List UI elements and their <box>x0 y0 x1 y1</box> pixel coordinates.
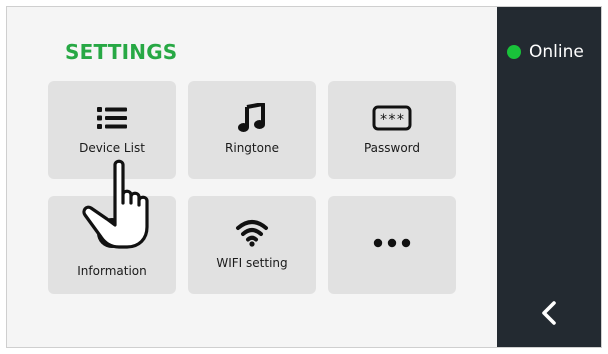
page-title: SETTINGS <box>65 40 178 64</box>
password-tile[interactable]: *** Password <box>328 81 456 179</box>
password-icon: *** <box>372 101 412 135</box>
device-list-tile[interactable]: Device List <box>48 81 176 179</box>
more-icon <box>372 226 412 260</box>
device-screen: SETTINGS Device List Ringtone *** Passwo… <box>6 6 602 348</box>
list-icon <box>95 101 129 135</box>
status-dot-icon <box>507 45 521 59</box>
status-label: Online <box>529 42 584 62</box>
sidebar: Online <box>497 7 601 347</box>
svg-text:***: *** <box>379 112 404 128</box>
ringtone-tile[interactable]: Ringtone <box>188 81 316 179</box>
ringtone-label: Ringtone <box>225 141 279 155</box>
connection-status: Online <box>507 42 584 62</box>
device-list-label: Device List <box>79 141 145 155</box>
information-tile[interactable]: Information <box>48 196 176 294</box>
wifi-setting-label: WIFI setting <box>216 256 288 270</box>
wifi-icon <box>235 216 269 250</box>
password-label: Password <box>363 141 421 155</box>
info-icon <box>95 216 129 250</box>
settings-panel: SETTINGS Device List Ringtone *** Passwo… <box>7 7 499 347</box>
wifi-setting-tile[interactable]: WIFI setting <box>188 196 316 294</box>
chevron-left-icon <box>542 301 556 325</box>
more-tile[interactable] <box>328 196 456 294</box>
information-label: Information <box>77 264 147 278</box>
music-note-icon <box>237 101 267 135</box>
back-button[interactable] <box>535 299 563 327</box>
